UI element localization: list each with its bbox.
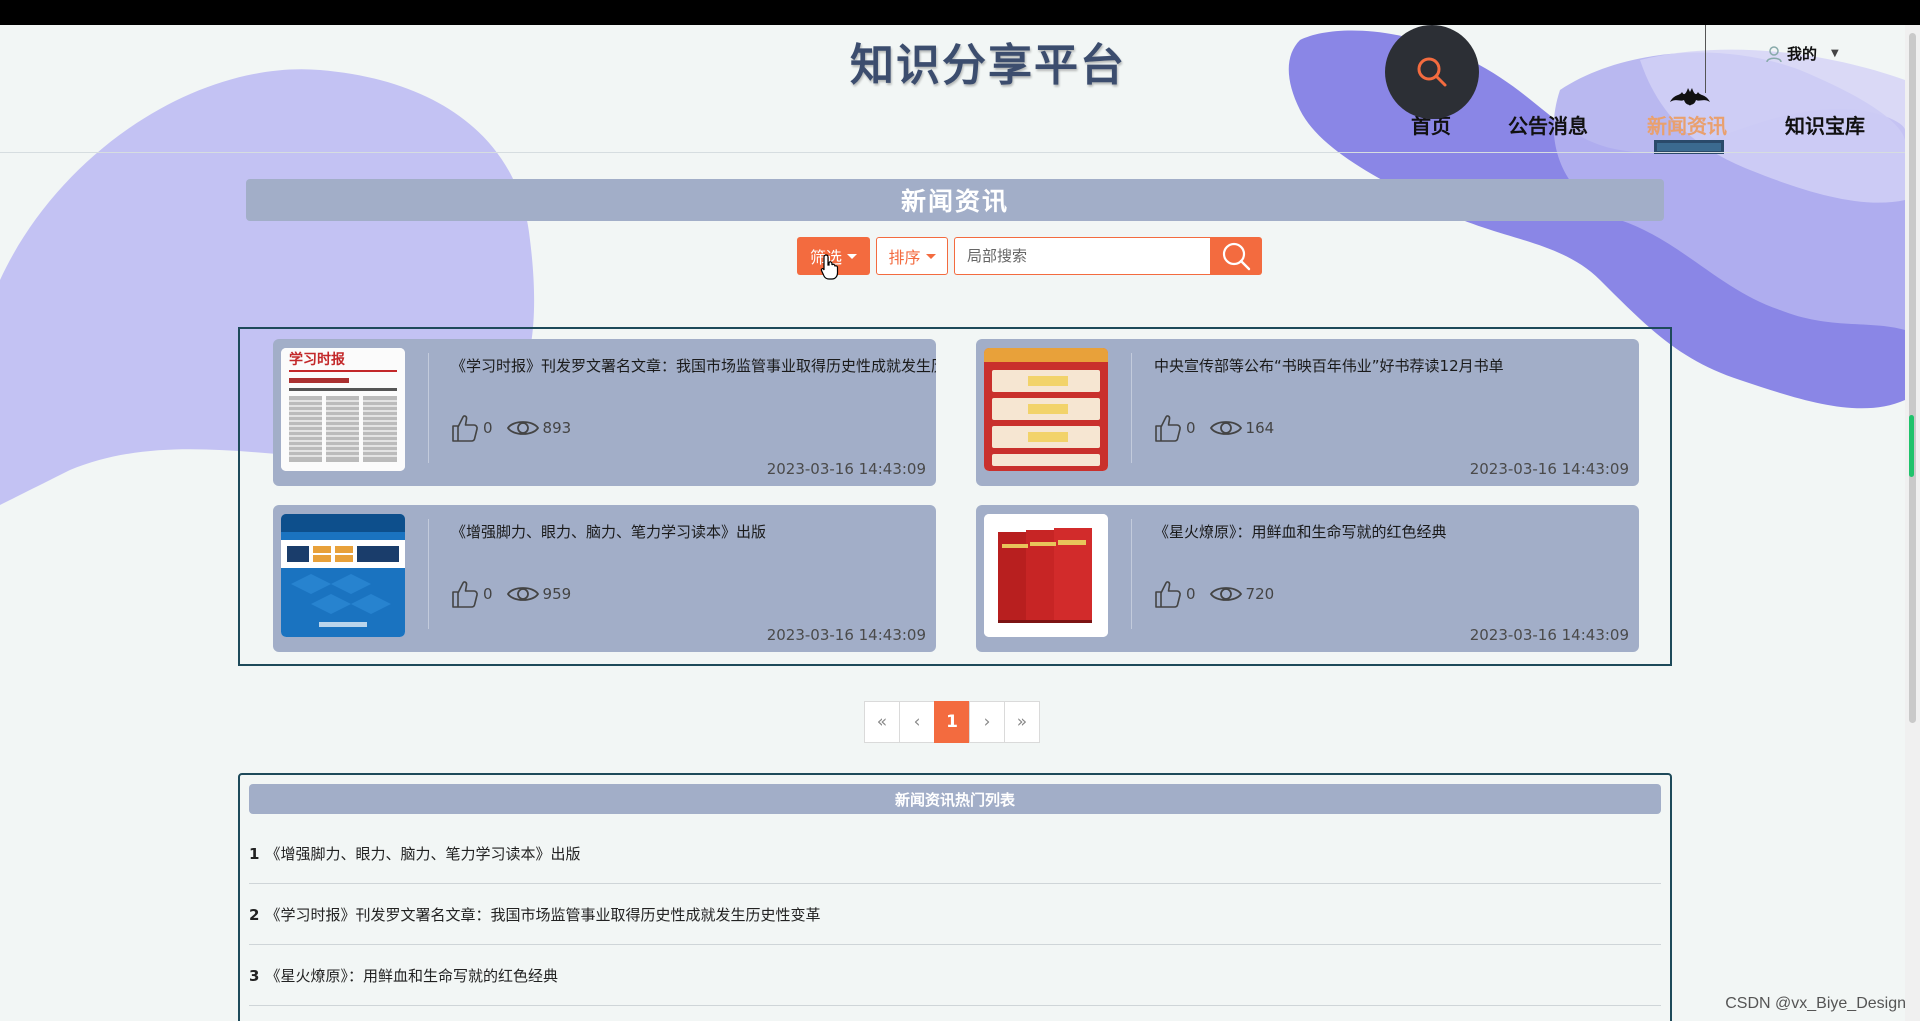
like-count: 0	[483, 419, 493, 437]
window-top-bar	[0, 0, 1920, 25]
hot-list-item[interactable]: 2 《学习时报》刊发罗文署名文章：我国市场监管事业取得历史性成就发生历史性变革	[249, 885, 1661, 945]
local-search-button[interactable]	[1210, 237, 1262, 275]
global-search-button[interactable]	[1385, 25, 1479, 119]
scroll-indicator	[1909, 415, 1914, 477]
page-current-button[interactable]: 1	[934, 701, 970, 743]
scrollbar-thumb[interactable]	[1909, 33, 1916, 723]
section-title: 新闻资讯	[900, 187, 1009, 216]
view-count: 720	[1245, 585, 1275, 603]
thumbs-up-icon[interactable]	[1154, 579, 1182, 609]
hot-item-text[interactable]: 《增强脚力、眼力、脑力、笔力学习读本》出版	[265, 843, 580, 864]
news-card-date: 2023-03-16 14:43:09	[1469, 460, 1629, 478]
news-grid: 学习时报 《学习时报》刊发罗文署名文章：我国市场监管事业取得历史性成就发生历史性…	[238, 327, 1672, 666]
news-card-date: 2023-03-16 14:43:09	[766, 460, 926, 478]
hot-list: 新闻资讯热门列表 1 《增强脚力、眼力、脑力、笔力学习读本》出版 2 《学习时报…	[238, 773, 1672, 1021]
news-card[interactable]: 中央宣传部等公布“书映百年伟业”好书荐读12月书单 0 164 2023-03-…	[976, 339, 1639, 486]
news-card-title[interactable]: 《星火燎原》：用鲜血和生命写就的红色经典	[1154, 521, 1639, 542]
news-card-title[interactable]: 《增强脚力、眼力、脑力、笔力学习读本》出版	[451, 521, 936, 542]
view-count: 893	[542, 419, 572, 437]
thumbs-up-icon[interactable]	[1154, 413, 1182, 443]
eye-icon	[506, 421, 539, 435]
card-divider	[428, 519, 429, 629]
card-divider	[1131, 353, 1132, 463]
news-card[interactable]: 《星火燎原》：用鲜血和生命写就的红色经典 0 720 2023-03-16 14…	[976, 505, 1639, 652]
search-icon	[1417, 57, 1447, 87]
sort-button-label: 排序	[888, 248, 921, 267]
hot-item-text[interactable]: 《星火燎原》：用鲜血和生命写就的红色经典	[265, 965, 558, 986]
chevron-down-icon: ▼	[1831, 48, 1839, 59]
hot-item-number: 2	[249, 905, 260, 924]
like-count: 0	[483, 585, 493, 603]
eye-icon	[1209, 421, 1242, 435]
hot-list-item[interactable]: 3 《星火燎原》：用鲜血和生命写就的红色经典	[249, 946, 1661, 1006]
hand-cursor-icon	[820, 254, 839, 280]
thumbs-up-icon[interactable]	[451, 579, 479, 609]
section-title-bar: 新闻资讯	[246, 179, 1664, 221]
view-count: 164	[1245, 419, 1275, 437]
sort-button[interactable]: 排序	[876, 237, 948, 275]
hot-item-number: 3	[249, 966, 260, 985]
page-last-button[interactable]: »	[1004, 701, 1040, 743]
card-divider	[1131, 519, 1132, 629]
page-next-button[interactable]: ›	[969, 701, 1005, 743]
news-card-stats: 0 959	[451, 579, 571, 609]
like-count: 0	[1186, 585, 1196, 603]
newspaper-thumb: 学习时报	[281, 348, 405, 471]
user-menu[interactable]: 我的 ▼	[1765, 43, 1839, 64]
user-icon	[1766, 45, 1782, 62]
svg-text:学习时报: 学习时报	[289, 351, 345, 368]
news-card-title[interactable]: 中央宣传部等公布“书映百年伟业”好书荐读12月书单	[1154, 355, 1639, 376]
pagination: « ‹ 1 › »	[864, 701, 1040, 743]
red-books-thumb	[984, 514, 1108, 637]
site-header: 知识分享平台 我的 ▼	[0, 25, 1920, 153]
hot-item-text[interactable]: 《学习时报》刊发罗文署名文章：我国市场监管事业取得历史性成就发生历史性变革	[265, 904, 820, 925]
search-icon	[1222, 242, 1251, 271]
site-title: 知识分享平台	[850, 40, 1126, 91]
eye-icon	[1209, 587, 1242, 601]
news-card-stats: 0 164	[1154, 413, 1274, 443]
watermark: CSDN @vx_Biye_Design	[1725, 995, 1906, 1012]
card-divider	[428, 353, 429, 463]
user-menu-label: 我的	[1787, 45, 1818, 63]
hot-list-item[interactable]: 1 《增强脚力、眼力、脑力、笔力学习读本》出版	[249, 824, 1661, 884]
hot-list-title: 新闻资讯热门列表	[249, 784, 1661, 814]
blue-book-cover-thumb	[281, 514, 405, 637]
red-booklist-thumb	[984, 348, 1108, 471]
news-card-date: 2023-03-16 14:43:09	[766, 626, 926, 644]
filter-controls: 筛选 排序	[797, 237, 1262, 275]
hot-item-number: 1	[249, 844, 260, 863]
local-search-input[interactable]	[954, 237, 1210, 275]
news-card[interactable]: 学习时报 《学习时报》刊发罗文署名文章：我国市场监管事业取得历史性成就发生历史性…	[273, 339, 936, 486]
news-card-stats: 0 720	[1154, 579, 1274, 609]
news-card-date: 2023-03-16 14:43:09	[1469, 626, 1629, 644]
thumbs-up-icon[interactable]	[451, 413, 479, 443]
news-card-title[interactable]: 《学习时报》刊发罗文署名文章：我国市场监管事业取得历史性成就发生历史性变革	[451, 355, 936, 376]
eye-icon	[506, 587, 539, 601]
page-prev-button[interactable]: ‹	[899, 701, 935, 743]
page-first-button[interactable]: «	[864, 701, 900, 743]
news-card-stats: 0 893	[451, 413, 571, 443]
caret-down-icon	[925, 253, 936, 259]
view-count: 959	[542, 585, 572, 603]
like-count: 0	[1186, 419, 1196, 437]
local-search	[954, 237, 1262, 275]
news-card[interactable]: 《增强脚力、眼力、脑力、笔力学习读本》出版 0 959 2023-03-16 1…	[273, 505, 936, 652]
caret-down-icon	[847, 253, 857, 259]
page-scrollbar[interactable]	[1905, 25, 1920, 1021]
